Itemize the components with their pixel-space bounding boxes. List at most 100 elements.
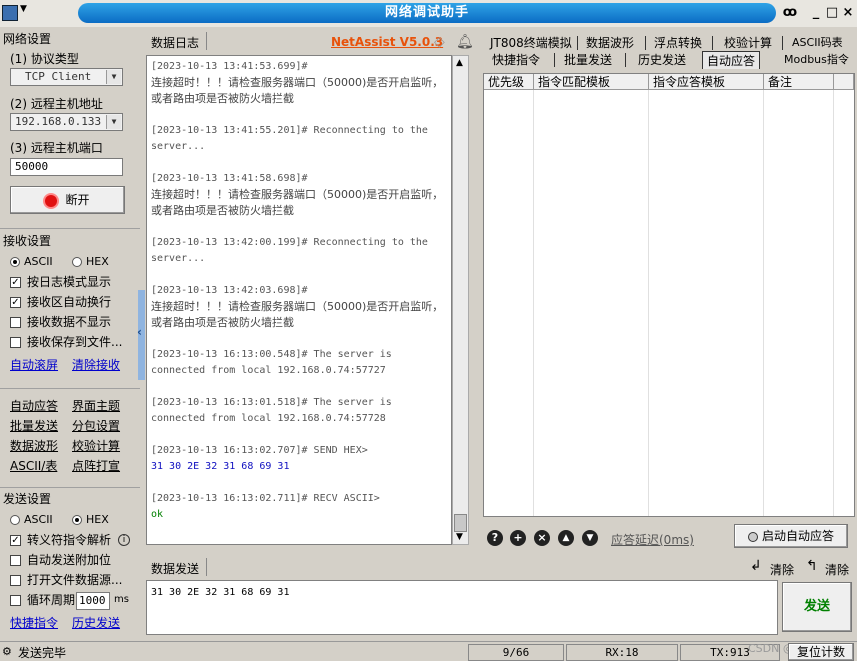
scroll-thumb[interactable] — [454, 514, 467, 532]
log-timestamp: [2023-10-13 16:13:02.707]# SEND HEX> — [151, 445, 368, 456]
send-ascii-radio[interactable]: ASCII — [10, 510, 53, 530]
port-input[interactable]: 50000 — [10, 158, 123, 176]
tab-separator — [712, 36, 713, 50]
tool-theme[interactable]: 界面主题 — [72, 397, 120, 414]
send-input[interactable]: 31 30 2E 32 31 68 69 31 — [146, 580, 778, 635]
tab-quick-command[interactable]: 快捷指令 — [488, 51, 544, 69]
unchecked-icon — [10, 595, 21, 606]
log-scrollbar[interactable]: ▲ ▼ — [452, 55, 469, 545]
auto-reply-table[interactable]: 优先级 指令匹配模板 指令应答模板 备注 — [483, 73, 855, 517]
clear-send-icon[interactable]: ↲ — [750, 558, 762, 574]
move-down-icon[interactable]: ▼ — [582, 530, 598, 546]
host-select[interactable]: 192.168.0.133 ▼ — [10, 113, 123, 131]
clear-all-icon[interactable]: ↰ — [806, 558, 818, 574]
check-icon: ✓ — [10, 535, 21, 546]
auto-scroll-link[interactable]: 自动滚屏 — [10, 356, 58, 373]
log-title-divider — [206, 32, 207, 50]
unchecked-icon — [10, 555, 21, 566]
network-settings: 网络设置 (1) 协议类型 TCP Client ▼ (2) 远程主机地址 192… — [0, 28, 140, 228]
status-text: 发送完毕 — [18, 646, 67, 660]
log-mode-checkbox[interactable]: ✓ 按日志模式显示 — [10, 272, 111, 292]
brand-link[interactable]: NetAssist V5.0.3 — [331, 35, 443, 49]
send-hex-radio[interactable]: HEX — [72, 510, 109, 530]
reset-count-label: 复位计数 — [796, 645, 845, 659]
close-button[interactable]: × — [838, 4, 857, 22]
radio-selected-icon — [10, 257, 20, 267]
recv-ascii-radio[interactable]: ASCII — [10, 252, 53, 272]
chevron-left-icon[interactable]: ‹ — [137, 325, 142, 339]
delete-icon[interactable]: × — [534, 530, 550, 546]
column-header-filler — [834, 74, 854, 90]
tab-float[interactable]: 浮点转换 — [650, 34, 706, 52]
skin-icon[interactable]: ꝏ — [780, 4, 800, 22]
column-header[interactable]: 备注 — [764, 74, 834, 90]
log-area[interactable]: [2023-10-13 13:41:53.699]# 连接超时！！！请检查服务器… — [146, 55, 452, 545]
rx-count: RX:18 — [566, 644, 678, 661]
info-icon[interactable]: i — [118, 534, 130, 546]
tool-checksum[interactable]: 校验计算 — [72, 437, 120, 454]
send-section-title: 发送设置 — [3, 490, 52, 507]
history-send-link[interactable]: 历史发送 — [72, 614, 120, 631]
tab-history[interactable]: 历史发送 — [634, 51, 690, 69]
tab-separator — [577, 36, 578, 50]
save-file-checkbox[interactable]: 接收保存到文件... — [10, 332, 122, 352]
column-header[interactable]: 优先级 — [484, 74, 534, 90]
tab-auto-reply[interactable]: 自动应答 — [702, 51, 761, 69]
column-header[interactable]: 指令应答模板 — [649, 74, 764, 90]
cycle-checkbox[interactable]: 循环周期 — [10, 590, 75, 610]
help-icon[interactable]: ? — [487, 530, 503, 546]
start-auto-reply-button[interactable]: 启动自动应答 — [734, 524, 848, 548]
log-message: 连接超时！！！请检查服务器端口（50000)是否开启监听，或者路由项是否被防火墙… — [151, 76, 444, 105]
chevron-down-icon: ▼ — [106, 70, 121, 84]
disconnect-button[interactable]: 断开 — [10, 186, 125, 214]
scroll-up-icon[interactable]: ▲ — [456, 58, 463, 68]
tab-jt808[interactable]: JT808终端模拟 — [486, 34, 576, 52]
column-header[interactable]: 指令匹配模板 — [534, 74, 649, 90]
tool-auto-reply[interactable]: 自动应答 — [10, 397, 58, 414]
tab-modbus[interactable]: Modbus指令 — [780, 51, 853, 69]
scroll-down-icon[interactable]: ▼ — [456, 532, 463, 542]
receive-settings: 接收设置 ASCII HEX ✓ 按日志模式显示 ✓ 接收区自动换行 接收数据不显示… — [0, 228, 140, 380]
clear-send-link[interactable]: 清除 — [770, 561, 794, 578]
bell-icon[interactable]: 🔔︎ — [456, 34, 474, 50]
radio-selected-icon — [72, 515, 82, 525]
auto-append-checkbox[interactable]: 自动发送附加位 — [10, 550, 111, 570]
tool-batch-send[interactable]: 批量发送 — [10, 417, 58, 434]
move-up-icon[interactable]: ▲ — [558, 530, 574, 546]
tab-batch-send[interactable]: 批量发送 — [560, 51, 616, 69]
quick-command-link[interactable]: 快捷指令 — [10, 614, 58, 631]
tab-waveform[interactable]: 数据波形 — [582, 34, 638, 52]
check-icon: ✓ — [10, 277, 21, 288]
recv-hex-radio[interactable]: HEX — [72, 252, 109, 272]
log-message: 连接超时！！！请检查服务器端口（50000)是否开启监听，或者路由项是否被防火墙… — [151, 188, 444, 217]
cycle-input[interactable]: 1000 — [76, 592, 110, 610]
reset-count-button[interactable]: 复位计数 — [788, 643, 854, 661]
tab-checksum[interactable]: 校验计算 — [720, 34, 776, 52]
unchecked-icon — [10, 575, 21, 586]
app-icon[interactable] — [2, 5, 18, 21]
tool-ascii-table[interactable]: ASCII/表 — [10, 457, 57, 474]
tool-waveform[interactable]: 数据波形 — [10, 437, 58, 454]
menu-dropdown-icon[interactable]: ▼ — [20, 4, 27, 14]
hide-recv-label: 接收数据不显示 — [27, 315, 112, 329]
tab-ascii-table[interactable]: ASCII码表 — [788, 34, 847, 52]
tool-packet-settings[interactable]: 分包设置 — [72, 417, 120, 434]
file-source-label: 打开文件数据源... — [27, 573, 123, 587]
escape-checkbox[interactable]: ✓ 转义符指令解析 — [10, 530, 111, 550]
send-button[interactable]: 发送 — [782, 582, 852, 632]
auto-wrap-checkbox[interactable]: ✓ 接收区自动换行 — [10, 292, 111, 312]
clear-recv-link[interactable]: 清除接收 — [72, 356, 120, 373]
diamond-icon[interactable]: ◇ — [434, 34, 445, 50]
unchecked-icon — [10, 317, 21, 328]
protocol-select[interactable]: TCP Client ▼ — [10, 68, 123, 86]
tool-dot-matrix[interactable]: 点阵打宣 — [72, 457, 120, 474]
reply-delay-link[interactable]: 应答延迟(0ms) — [611, 531, 694, 548]
add-icon[interactable]: + — [510, 530, 526, 546]
clear-all-link[interactable]: 清除 — [825, 561, 849, 578]
log-timestamp: [2023-10-13 13:41:53.699]# — [151, 61, 308, 72]
receive-section-title: 接收设置 — [3, 232, 52, 249]
save-file-label: 接收保存到文件... — [27, 335, 123, 349]
hide-recv-checkbox[interactable]: 接收数据不显示 — [10, 312, 111, 332]
file-source-checkbox[interactable]: 打开文件数据源... — [10, 570, 122, 590]
recv-hex-label: HEX — [86, 255, 109, 268]
